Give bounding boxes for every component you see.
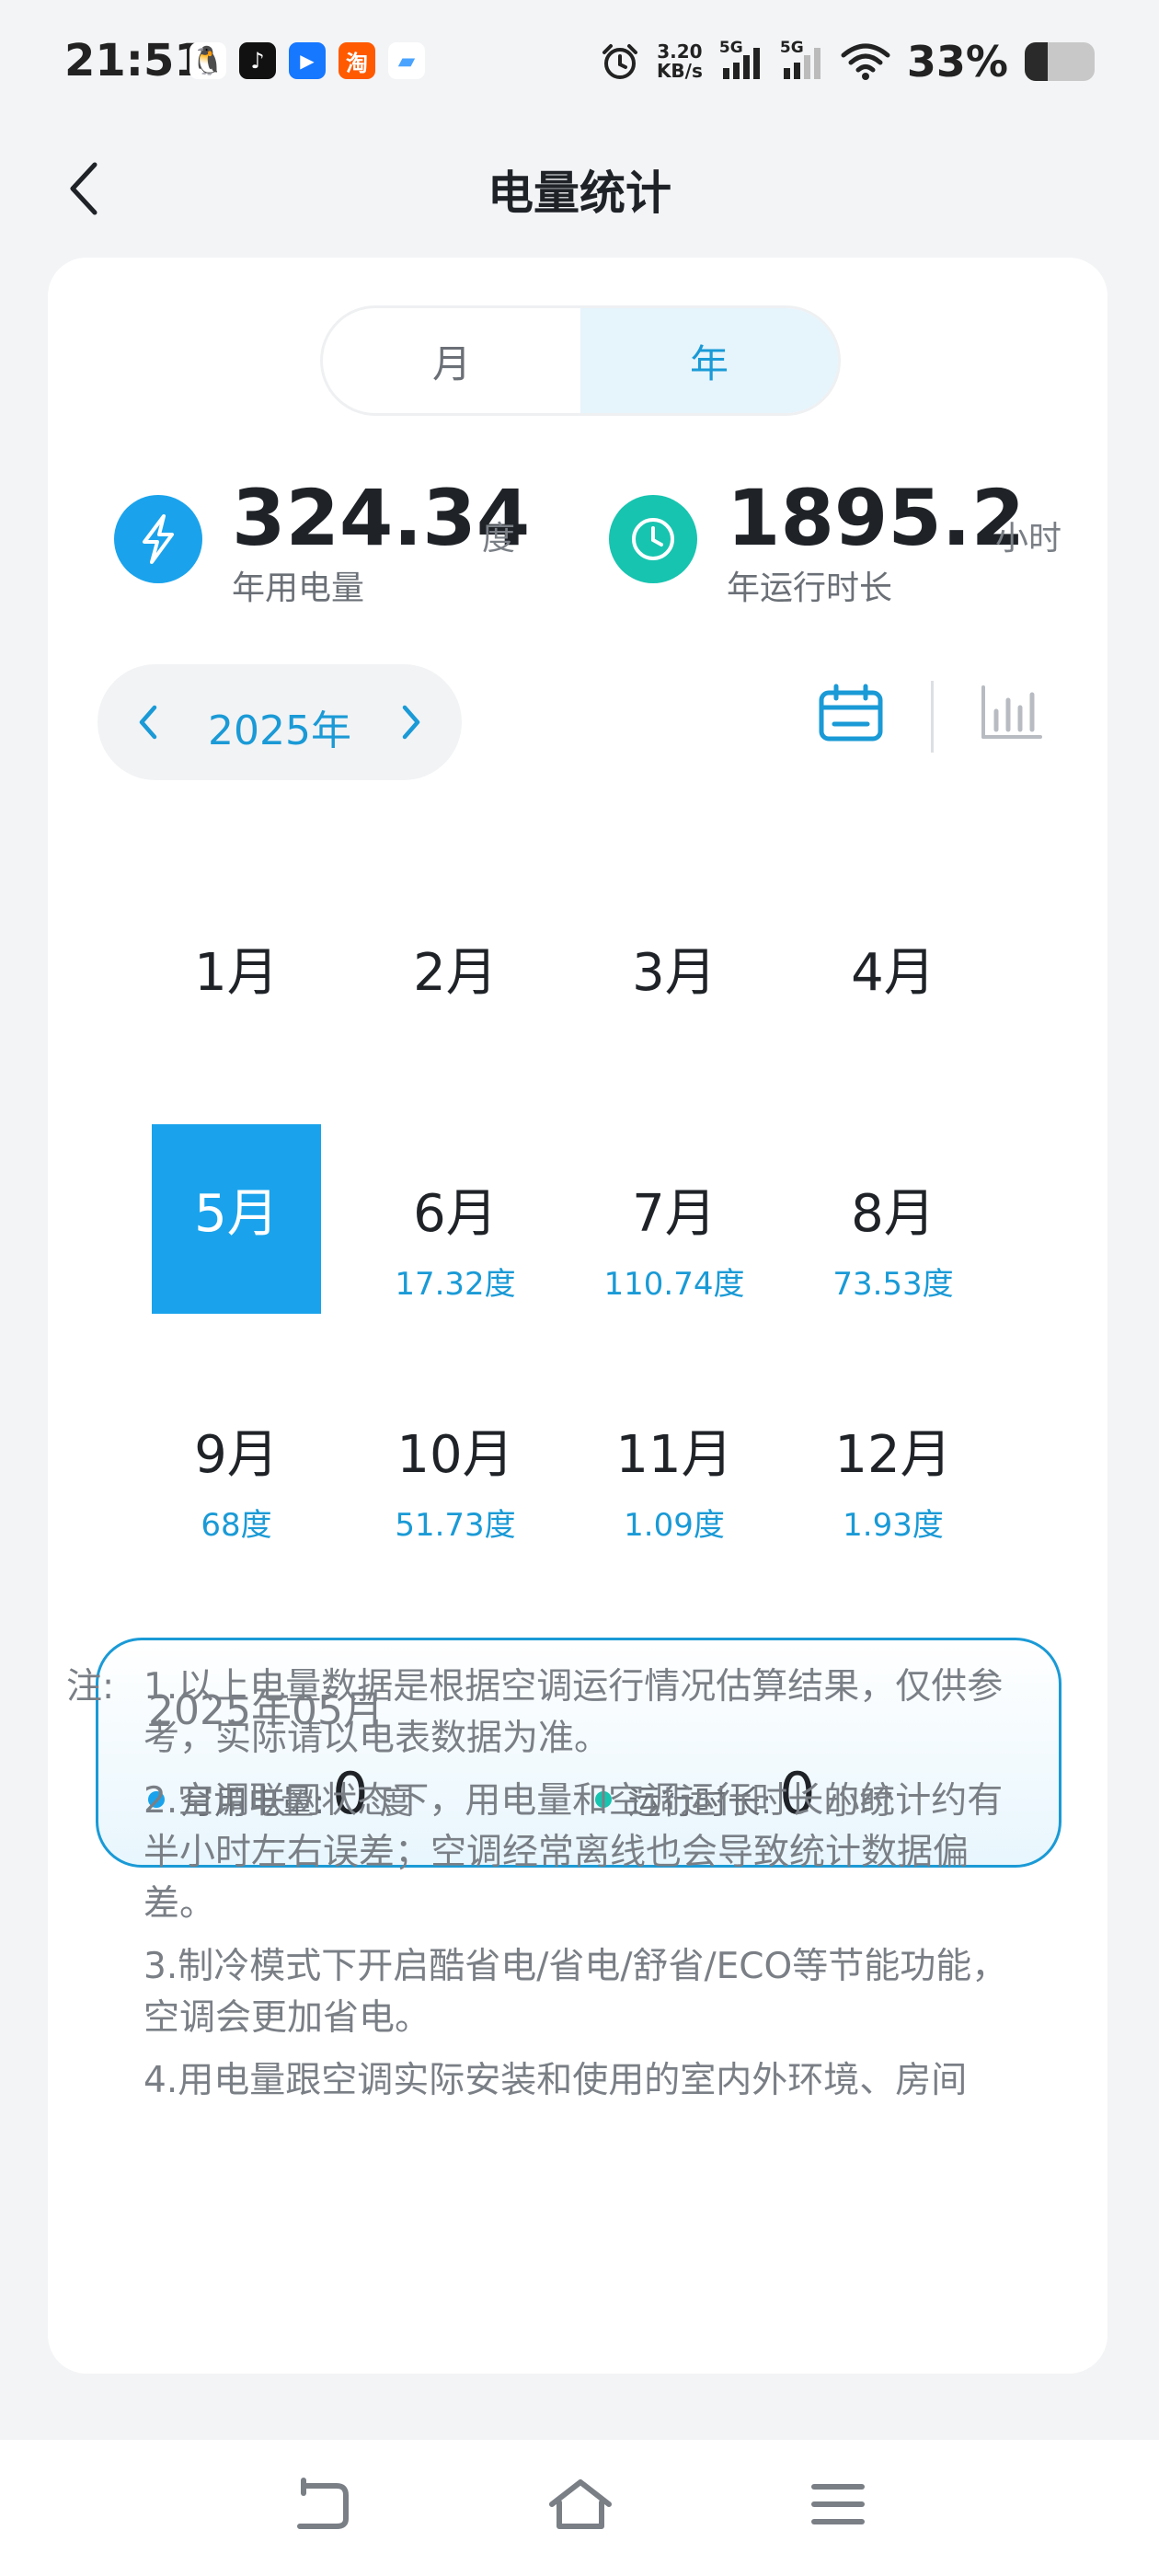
return-icon	[297, 2478, 349, 2529]
battery-percent: 33%	[906, 37, 1008, 86]
month-cell-selected[interactable]: 5月	[152, 1124, 321, 1314]
note-item: 2.空调联网状态下，用电量和空调运行时长的统计约有半小时左右误差；空调经常离线也…	[143, 1780, 1004, 1925]
note-item: 1.以上电量数据是根据空调运行情况估算结果，仅供参考，实际请以电表数据为准。	[143, 1666, 1004, 1759]
battery-icon	[1025, 42, 1095, 81]
chevron-right-icon	[402, 705, 420, 740]
notes-prefix: 注:	[66, 1666, 115, 1708]
menu-icon	[811, 2484, 865, 2524]
network-speed: 3.20 KB/s	[656, 40, 703, 82]
next-year-button[interactable]	[379, 690, 443, 754]
month-cell[interactable]: 1月	[152, 883, 321, 1073]
period-segment-control: 月 年	[320, 305, 841, 416]
bar-chart-view-button[interactable]	[971, 673, 1050, 753]
lightning-icon	[114, 495, 202, 583]
month-cell[interactable]: 7月 110.74度	[590, 1124, 759, 1314]
alipay-icon: ▶	[289, 42, 326, 79]
annual-energy-label: 年用电量	[232, 569, 365, 607]
bar-chart-icon	[981, 685, 1042, 739]
message-icon: ▰	[388, 42, 425, 79]
header: 电量统计	[0, 138, 1159, 239]
month-cell[interactable]: 12月 1.93度	[809, 1365, 978, 1555]
calendar-icon	[819, 684, 883, 742]
month-cell[interactable]: 11月 1.09度	[590, 1365, 759, 1555]
annual-energy-stat: 324.34 度 年用电量	[114, 473, 556, 607]
status-time: 21:51	[64, 35, 205, 86]
tab-year[interactable]: 年	[580, 308, 838, 413]
annual-runtime-stat: 1895.2 小时 年运行时长	[609, 473, 1106, 607]
system-navigation-bar	[0, 2440, 1159, 2576]
status-indicators: 3.20 KB/s 5G 5G 33%	[600, 37, 1095, 86]
qq-icon: 🐧	[189, 42, 226, 79]
cellular-signal-1: 5G	[719, 39, 763, 81]
nav-menu-button[interactable]	[797, 2467, 879, 2541]
note-item: 4.用电量跟空调实际安装和使用的室内外环境、房间	[143, 2060, 968, 2101]
home-icon	[549, 2479, 612, 2529]
cellular-signal-2: 5G	[780, 39, 824, 81]
month-cell[interactable]: 8月 73.53度	[809, 1124, 978, 1314]
annual-runtime-value: 1895.2	[727, 473, 1026, 563]
month-cell[interactable]: 10月 51.73度	[371, 1365, 540, 1555]
annual-runtime-unit: 小时	[995, 520, 1062, 558]
tiktok-icon: ♪	[239, 42, 276, 79]
status-app-icons: 🐧 ♪ ▶ 淘 ▰	[189, 42, 425, 79]
view-toggle-divider	[931, 681, 934, 753]
year-selector: 2025年	[98, 664, 462, 780]
calendar-view-button[interactable]	[811, 673, 890, 753]
nav-home-button[interactable]	[539, 2467, 622, 2541]
annual-energy-unit: 度	[482, 520, 516, 558]
page-title: 电量统计	[488, 167, 671, 220]
month-cell[interactable]: 9月 68度	[152, 1365, 321, 1555]
month-cell[interactable]: 3月	[590, 883, 759, 1073]
month-cell[interactable]: 4月	[809, 883, 978, 1073]
tab-month[interactable]: 月	[323, 308, 580, 413]
note-item: 3.制冷模式下开启酷省电/省电/舒省/ECO等节能功能，空调会更加省电。	[143, 1946, 1008, 2039]
nav-back-button[interactable]	[281, 2467, 364, 2541]
clock-icon	[609, 495, 697, 583]
wifi-icon	[841, 43, 890, 80]
taobao-icon: 淘	[339, 42, 375, 79]
alarm-icon	[602, 44, 637, 79]
annual-runtime-label: 年运行时长	[727, 569, 893, 607]
signal-bars-icon	[783, 48, 820, 79]
status-bar: 21:51 🐧 ♪ ▶ 淘 ▰ 3.20 KB/s 5G 5G 33%	[0, 0, 1159, 120]
month-cell[interactable]: 6月 17.32度	[371, 1124, 540, 1314]
signal-bars-icon	[722, 48, 760, 79]
month-cell[interactable]: 2月	[371, 883, 540, 1073]
